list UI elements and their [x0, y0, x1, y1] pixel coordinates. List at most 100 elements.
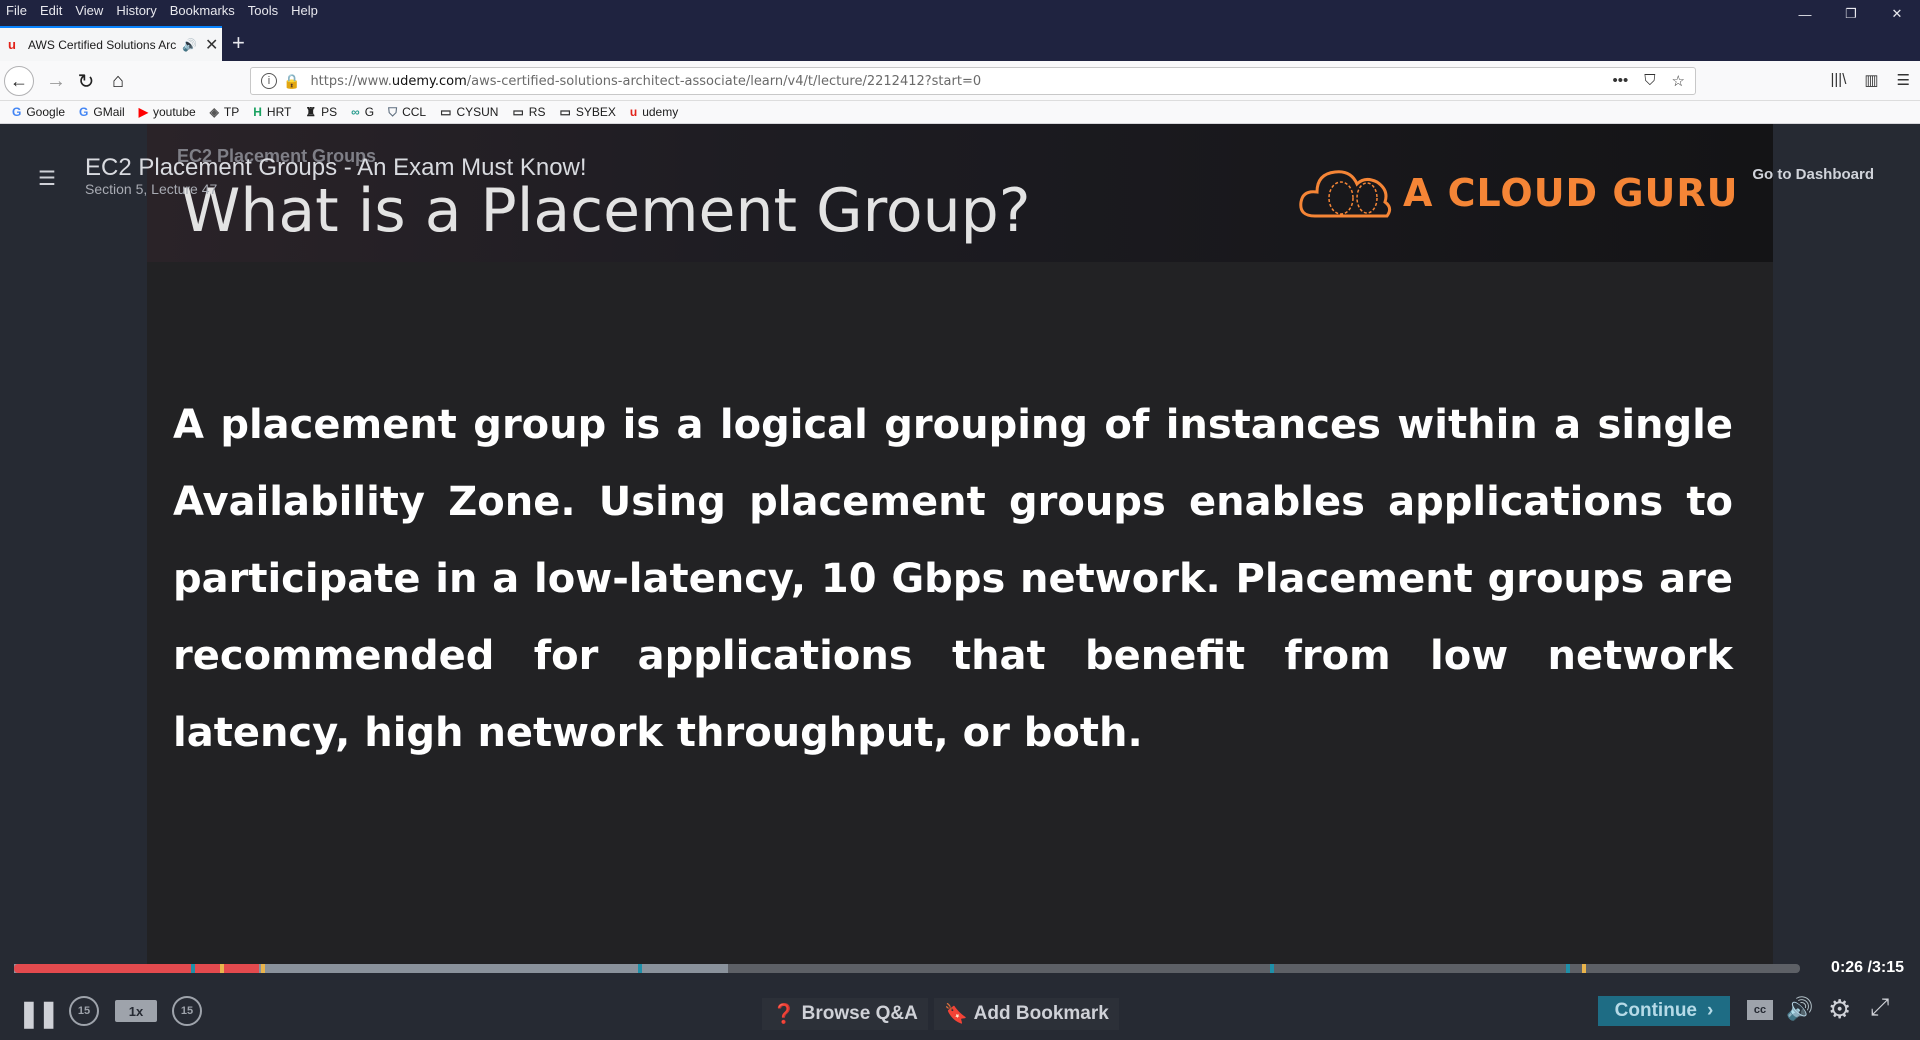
question-icon: ❓: [772, 1004, 796, 1025]
bookmark-label: TP: [223, 105, 240, 119]
bookmark-tp[interactable]: ◈ TP: [210, 105, 240, 119]
go-to-dashboard-link[interactable]: Go to Dashboard: [1752, 166, 1874, 183]
bookmark-label: youtube: [152, 105, 196, 119]
settings-gear-icon[interactable]: ⚙: [1828, 994, 1851, 1025]
bookmark-marker[interactable]: [1566, 964, 1570, 973]
bookmark-marker[interactable]: [220, 964, 224, 973]
chevron-right-icon: ›: [1707, 1000, 1714, 1021]
bookmark-icon: ♜: [305, 105, 317, 119]
url-text[interactable]: https://www.udemy.com/aws-certified-solu…: [310, 74, 981, 89]
bookmark-icon: ▭: [512, 105, 524, 119]
tab-bar: u AWS Certified Solutions Arc 🔊 ✕ +: [0, 20, 1920, 61]
bookmark-icon: ◈: [209, 105, 219, 119]
forward-button[interactable]: →: [42, 67, 70, 95]
bookmark-icon: ⛉: [388, 104, 398, 119]
tab-close-icon[interactable]: ✕: [205, 35, 218, 55]
menu-bookmarks[interactable]: Bookmarks: [170, 3, 235, 18]
bookmark-rs[interactable]: ▭ RS: [512, 105, 545, 119]
bookmark-icon: ▶: [138, 105, 148, 119]
bookmark-marker[interactable]: [638, 964, 642, 973]
bookmark-label: Google: [26, 105, 66, 119]
bookmark-label: SYBEX: [575, 105, 616, 119]
bookmark-sybex[interactable]: ▭ SYBEX: [559, 105, 615, 119]
playback-rate-button[interactable]: 1x: [115, 1000, 157, 1022]
add-bookmark-button[interactable]: 🔖 Add Bookmark: [934, 998, 1119, 1030]
logo-text: A CLOUD GURU: [1403, 171, 1739, 215]
bookmark-label: GMail: [93, 105, 125, 119]
library-icon[interactable]: |||\: [1831, 71, 1847, 89]
toolbar-right: |||\ ▥ ☰: [1831, 71, 1911, 89]
menu-tools[interactable]: Tools: [248, 3, 278, 18]
bookmark-google[interactable]: G Google: [12, 105, 65, 119]
bookmark-gmail[interactable]: G GMail: [79, 105, 125, 119]
speaker-icon[interactable]: 🔊: [182, 38, 197, 52]
bookmark-icon: ∞: [351, 105, 360, 119]
bookmark-icon: G: [12, 105, 22, 119]
bookmark-icon: u: [629, 105, 638, 119]
cloud-icon: [1299, 170, 1392, 218]
bookmark-label: CYSUN: [456, 105, 499, 119]
lecture-title: EC2 Placement Groups - An Exam Must Know…: [85, 154, 587, 181]
bookmark-marker[interactable]: [191, 964, 195, 973]
menu-history[interactable]: History: [116, 3, 156, 18]
player-controls: ❚❚ 15 1x 15 ❓ Browse Q&A 🔖 Add Bookmark Co…: [0, 984, 1920, 1040]
volume-icon[interactable]: 🔊: [1786, 996, 1813, 1022]
bookmark-hrt[interactable]: H HRT: [253, 105, 291, 119]
lock-icon: 🔒: [283, 72, 301, 89]
rewind-15-button[interactable]: 15: [69, 996, 99, 1026]
hamburger-menu-icon[interactable]: ☰: [1897, 71, 1910, 89]
pause-button[interactable]: ❚❚: [18, 998, 60, 1029]
menu-bar: File Edit View History Bookmarks Tools H…: [0, 0, 1920, 20]
bookmark-youtube[interactable]: ▶ youtube: [139, 105, 196, 119]
bookmark-label: G: [364, 105, 375, 119]
bookmark-icon: ▭: [559, 105, 571, 119]
url-bar[interactable]: i 🔒 https://www.udemy.com/aws-certified-…: [250, 67, 1696, 95]
slide-body: A placement group is a logical grouping …: [173, 402, 1733, 756]
bookmark-cysun[interactable]: ▭ CYSUN: [440, 105, 498, 119]
fullscreen-icon[interactable]: ⤢: [1870, 994, 1889, 1022]
bookmark-label: HRT: [266, 105, 292, 119]
bookmark-icon: G: [79, 105, 89, 119]
curriculum-menu-icon[interactable]: ☰: [38, 166, 56, 191]
captions-button[interactable]: cc: [1747, 1000, 1773, 1020]
video-player[interactable]: EC2 Placement Groups What is a Placement…: [0, 124, 1920, 1040]
pocket-icon[interactable]: ⛉: [1644, 72, 1655, 90]
bookmark-udemy[interactable]: u udemy: [630, 105, 678, 119]
browse-qa-button[interactable]: ❓ Browse Q&A: [762, 998, 928, 1030]
sidebar-icon[interactable]: ▥: [1864, 71, 1878, 89]
bookmark-icon: 🔖: [944, 1004, 968, 1025]
continue-button[interactable]: Continue ›: [1598, 996, 1730, 1026]
bookmark-marker[interactable]: [261, 964, 265, 973]
bookmark-ps[interactable]: ♜ PS: [305, 105, 337, 119]
more-icon[interactable]: •••: [1613, 72, 1629, 90]
bookmark-label: RS: [528, 105, 546, 119]
tab-active[interactable]: u AWS Certified Solutions Arc 🔊 ✕: [0, 26, 222, 61]
nav-bar: ← → ↻ ⌂ i 🔒 https://www.udemy.com/aws-ce…: [0, 61, 1920, 101]
bookmark-ccl[interactable]: ⛉ CCL: [388, 105, 426, 120]
menu-file[interactable]: File: [6, 3, 27, 18]
bookmarks-bar: G Google G GMail ▶ youtube ◈ TP H HRT ♜ PS ∞ G ⛉ CCL ▭ CY…: [0, 101, 1920, 124]
bookmark-icon: ▭: [440, 105, 452, 119]
bookmark-g[interactable]: ∞ G: [351, 105, 374, 119]
bookmark-marker[interactable]: [1582, 964, 1586, 973]
slide: EC2 Placement Groups What is a Placement…: [147, 124, 1773, 964]
new-tab-button[interactable]: +: [232, 30, 245, 56]
bookmark-marker[interactable]: [1270, 964, 1274, 973]
forward-15-button[interactable]: 15: [172, 996, 202, 1026]
bookmark-label: PS: [321, 105, 338, 119]
lecture-subtitle: Section 5, Lecture 47: [85, 181, 218, 197]
back-button[interactable]: ←: [4, 66, 34, 96]
progress-bar[interactable]: [14, 964, 1800, 973]
home-button[interactable]: ⌂: [104, 67, 132, 95]
info-icon[interactable]: i: [261, 73, 277, 89]
star-icon[interactable]: ☆: [1672, 72, 1685, 90]
url-actions: ••• ⛉ ☆: [1613, 72, 1685, 90]
time-display: 0:26 /3:15: [1831, 959, 1904, 976]
a-cloud-guru-logo: A CLOUD GURU: [1295, 160, 1738, 226]
menu-help[interactable]: Help: [291, 3, 318, 18]
menu-view[interactable]: View: [75, 3, 103, 18]
udemy-icon: u: [8, 37, 16, 52]
reload-button[interactable]: ↻: [72, 67, 100, 95]
menu-edit[interactable]: Edit: [40, 3, 62, 18]
bookmark-icon: H: [253, 105, 262, 119]
